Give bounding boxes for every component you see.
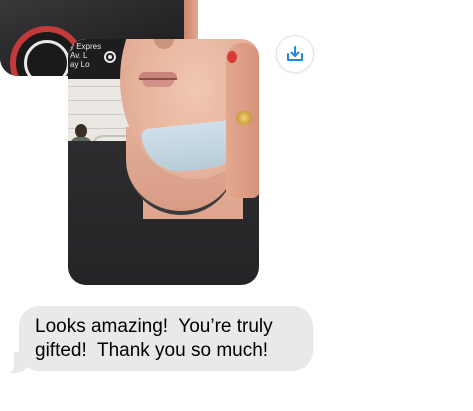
photo-red-nail: [227, 51, 237, 63]
photo-attachment[interactable]: y Expres Av. L ay Lo: [68, 39, 259, 285]
save-photo-button[interactable]: [276, 35, 314, 73]
message-thread: y Expres Av. L ay Lo Looks amazing! You’…: [0, 0, 473, 411]
message-text-line: Looks amazing! You’re truly: [35, 316, 273, 337]
photo-sign-text: y Expres Av. L ay Lo: [70, 42, 102, 69]
photo-subway-sign: y Expres Av. L ay Lo: [68, 39, 128, 79]
photo-lips: [139, 72, 177, 87]
message-text-line: gifted! Thank you so much!: [35, 340, 269, 361]
download-tray-icon: [287, 46, 303, 61]
message-bubble[interactable]: Looks amazing! You’re truly gifted! Than…: [19, 306, 313, 371]
photo-ring: [236, 111, 252, 125]
